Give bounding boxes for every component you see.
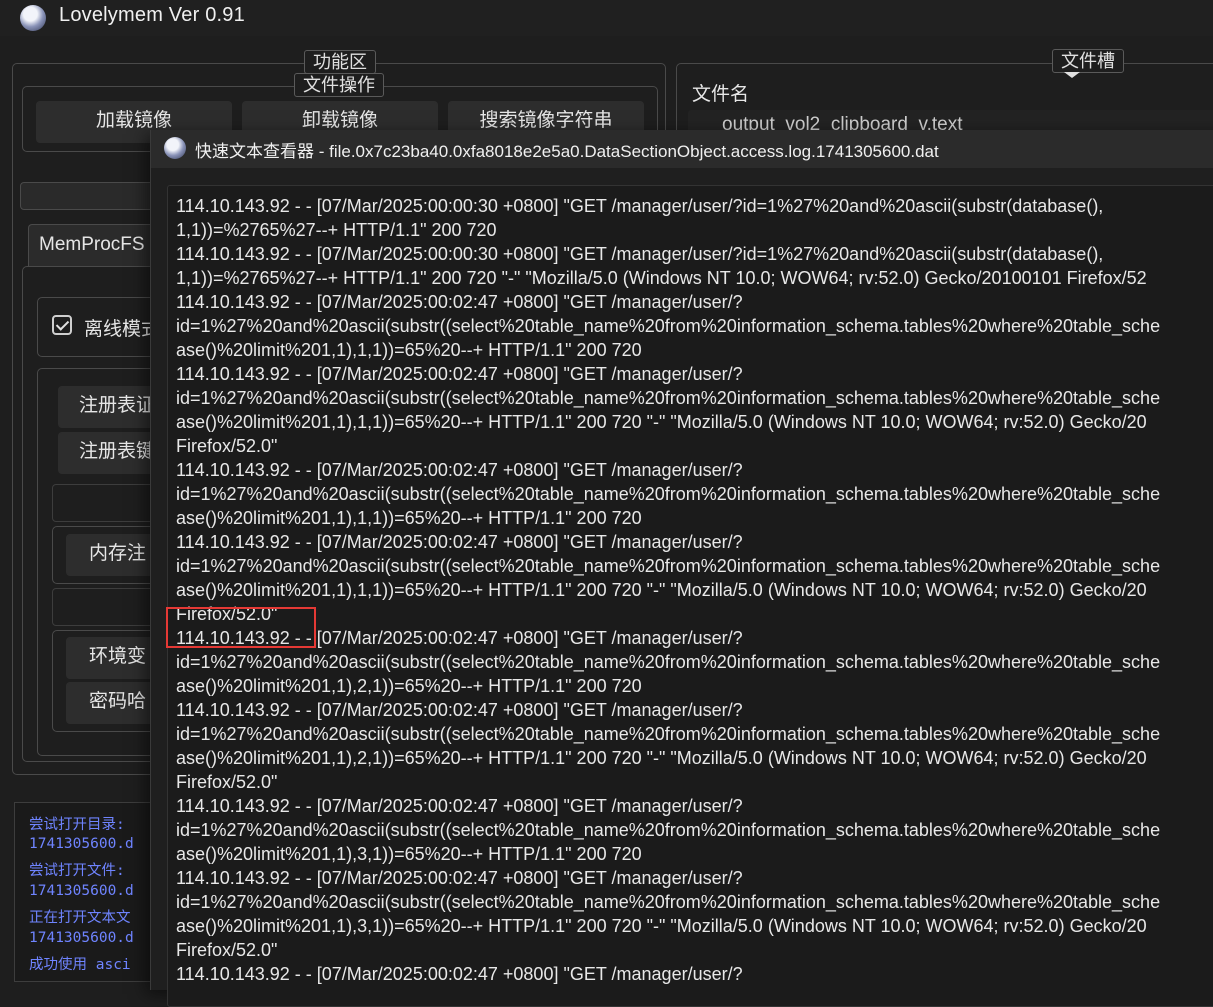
offline-mode-label: 离线模式 xyxy=(84,319,161,340)
log-line: Firefox/52.0" xyxy=(176,772,278,792)
log-line: 114.10.143.92 - - [07/Mar/2025:00:02:47 … xyxy=(176,628,743,648)
log-line: id=1%27%20and%20ascii(substr((select%20t… xyxy=(176,724,1161,744)
log-line: 114.10.143.92 - - [07/Mar/2025:00:02:47 … xyxy=(176,292,743,312)
log-line: ase()%20limit%201,1),2,1))=65%20--+ HTTP… xyxy=(176,748,1147,768)
log-line: id=1%27%20and%20ascii(substr((select%20t… xyxy=(176,892,1161,912)
viewer-title: 快速文本查看器 - file.0x7c23ba40.0xfa8018e2e5a0… xyxy=(195,142,939,161)
log-line: 尝试打开文件: xyxy=(29,863,125,879)
log-line: 114.10.143.92 - - [07/Mar/2025:00:02:47 … xyxy=(176,868,743,888)
lovelymem-logo-icon xyxy=(20,5,46,31)
log-line: 1741305600.d xyxy=(29,836,134,852)
log-line: 114.10.143.92 - - [07/Mar/2025:00:00:30 … xyxy=(176,196,1104,216)
file-ops-title: 文件操作 xyxy=(294,73,384,97)
app-title: Lovelymem Ver 0.91 xyxy=(59,4,245,26)
log-line: ase()%20limit%201,1),1,1))=65%20--+ HTTP… xyxy=(176,412,1147,432)
log-line: ase()%20limit%201,1),3,1))=65%20--+ HTTP… xyxy=(176,916,1147,936)
log-line: 尝试打开目录: xyxy=(29,817,125,833)
log-line: id=1%27%20and%20ascii(substr((select%20t… xyxy=(176,388,1161,408)
log-line: id=1%27%20and%20ascii(substr((select%20t… xyxy=(176,556,1161,576)
highlight-box xyxy=(166,607,316,648)
file-name-column-header[interactable]: 文件名 xyxy=(692,79,749,106)
log-line: ase()%20limit%201,1),1,1))=65%20--+ HTTP… xyxy=(176,340,642,360)
log-line: 114.10.143.92 - - [07/Mar/2025:00:00:30 … xyxy=(176,244,1104,264)
log-line: 114.10.143.92 - - [07/Mar/2025:00:02:47 … xyxy=(176,796,743,816)
log-line: Firefox/52.0" xyxy=(176,940,278,960)
log-line: 114.10.143.92 - - [07/Mar/2025:00:02:47 … xyxy=(176,532,743,552)
log-line: 114.10.143.92 - - [07/Mar/2025:00:02:47 … xyxy=(176,364,743,384)
log-line: 1,1))=%2765%27--+ HTTP/1.1" 200 720 "-" … xyxy=(176,268,1147,288)
log-content: 114.10.143.92 - - [07/Mar/2025:00:00:30 … xyxy=(176,194,1160,986)
function-area-title: 功能区 xyxy=(304,50,376,74)
file-slot-title: 文件槽 xyxy=(1052,49,1124,73)
log-line: ase()%20limit%201,1),1,1))=65%20--+ HTTP… xyxy=(176,580,1147,600)
log-line: ase()%20limit%201,1),3,1))=65%20--+ HTTP… xyxy=(176,844,642,864)
sort-chevron-icon xyxy=(1064,72,1080,78)
tab-memprocfs[interactable]: MemProcFS xyxy=(28,224,166,267)
separator-frame-2 xyxy=(52,588,164,626)
log-line: 正在打开文本文 xyxy=(29,910,131,926)
log-line: id=1%27%20and%20ascii(substr((select%20t… xyxy=(176,820,1161,840)
log-line: 成功使用 asci xyxy=(29,957,131,973)
log-line: 1741305600.d xyxy=(29,883,134,899)
separator-frame xyxy=(52,484,164,522)
log-line: 114.10.143.92 - - [07/Mar/2025:00:02:47 … xyxy=(176,700,743,720)
log-line: 114.10.143.92 - - [07/Mar/2025:00:02:47 … xyxy=(176,964,743,984)
progress-bar xyxy=(20,182,162,210)
log-line: id=1%27%20and%20ascii(substr((select%20t… xyxy=(176,316,1161,336)
viewer-text-area[interactable]: 114.10.143.92 - - [07/Mar/2025:00:00:30 … xyxy=(167,185,1213,1007)
log-line: id=1%27%20and%20ascii(substr((select%20t… xyxy=(176,652,1161,672)
log-line: ase()%20limit%201,1),1,1))=65%20--+ HTTP… xyxy=(176,508,642,528)
log-line: 114.10.143.92 - - [07/Mar/2025:00:02:47 … xyxy=(176,460,743,480)
log-line: 1,1))=%2765%27--+ HTTP/1.1" 200 720 xyxy=(176,220,497,240)
lovelymem-logo-icon xyxy=(164,137,186,159)
viewer-title-bar[interactable]: 快速文本查看器 - file.0x7c23ba40.0xfa8018e2e5a0… xyxy=(151,130,1213,168)
offline-mode-checkbox[interactable] xyxy=(52,315,72,335)
main-title-bar[interactable]: Lovelymem Ver 0.91 xyxy=(0,0,1213,36)
log-line: 1741305600.d xyxy=(29,930,134,946)
log-line: ase()%20limit%201,1),2,1))=65%20--+ HTTP… xyxy=(176,676,642,696)
checkmark-icon xyxy=(55,317,70,331)
log-line: Firefox/52.0" xyxy=(176,436,278,456)
log-line: Firefox/52.0" xyxy=(176,604,278,624)
log-line: id=1%27%20and%20ascii(substr((select%20t… xyxy=(176,484,1161,504)
quick-text-viewer-window[interactable]: 快速文本查看器 - file.0x7c23ba40.0xfa8018e2e5a0… xyxy=(150,130,1213,1007)
